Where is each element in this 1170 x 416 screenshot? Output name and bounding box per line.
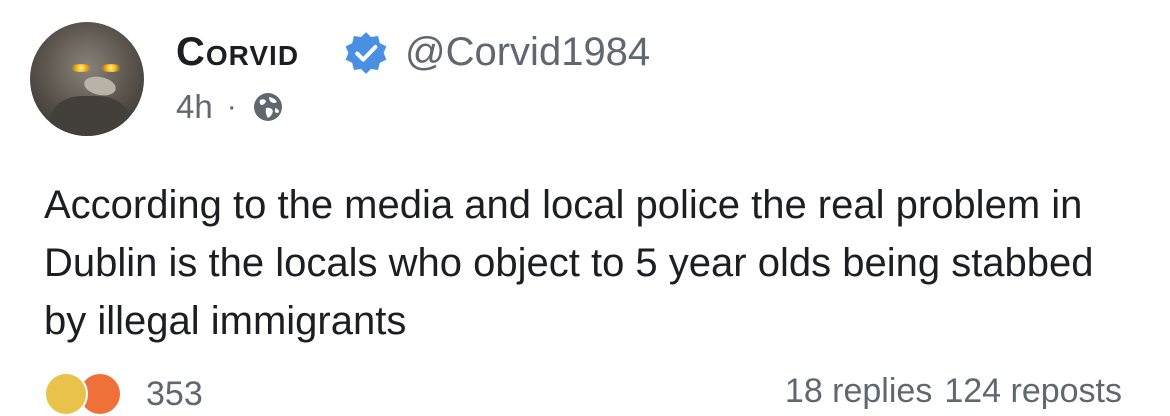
author-avatar[interactable] — [30, 22, 144, 136]
replies-count[interactable]: 18 replies — [785, 372, 932, 411]
reposts-count[interactable]: 124 reposts — [944, 372, 1122, 411]
avatar-figure-body — [50, 96, 130, 136]
globe-icon — [253, 93, 282, 121]
post-stats: 18 replies 124 reposts — [785, 372, 1122, 411]
reactions-summary[interactable]: 353 — [44, 372, 203, 416]
reaction-count: 353 — [146, 374, 203, 413]
thumbs-up-icon — [44, 372, 88, 416]
author-handle[interactable]: @Corvid1984 — [405, 30, 650, 75]
avatar-glowing-eye-left — [70, 64, 92, 72]
avatar-glowing-eye-right — [100, 64, 122, 72]
verified-badge-icon — [345, 32, 387, 74]
post-timestamp[interactable]: 4h — [176, 88, 213, 126]
meta-separator: · — [226, 90, 237, 123]
post-text: According to the media and local police … — [44, 183, 1094, 343]
author-name[interactable]: Corvid — [176, 30, 299, 75]
post-meta: 4h · — [176, 88, 285, 126]
avatar-figure-beak — [82, 73, 118, 99]
